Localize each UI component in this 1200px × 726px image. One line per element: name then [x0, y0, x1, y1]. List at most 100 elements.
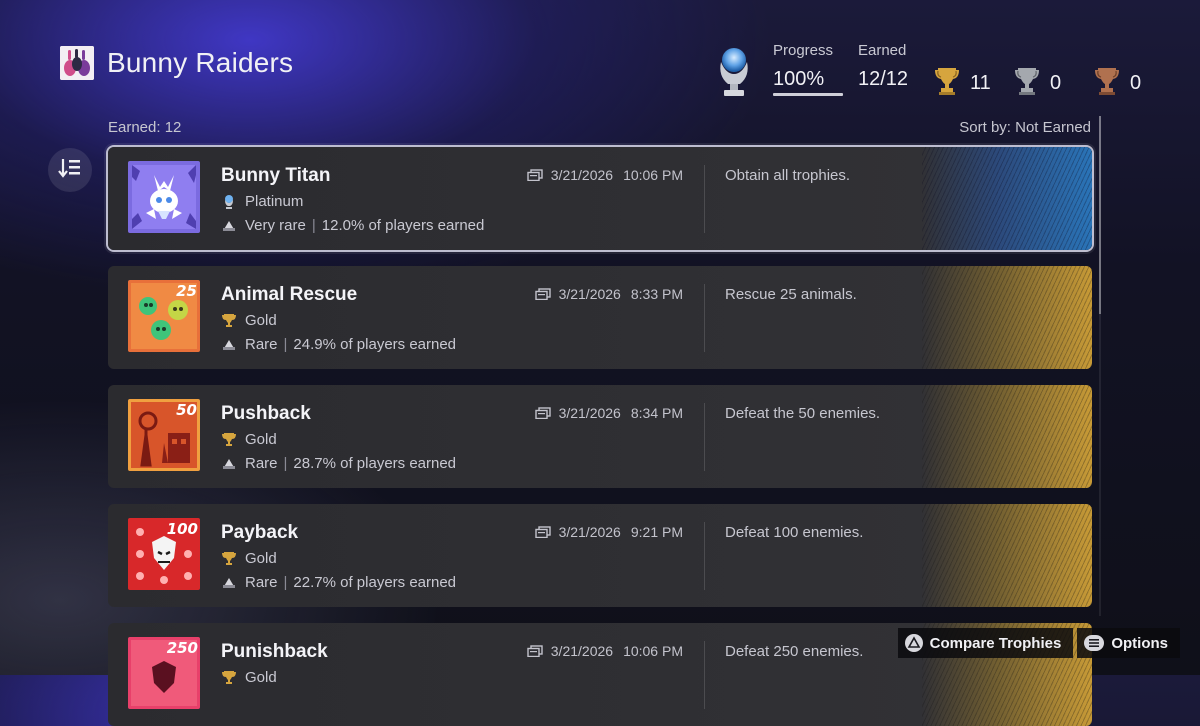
earned-time-value: 8:34 PM	[630, 405, 683, 421]
trophy-grade: Gold	[221, 431, 277, 448]
art-badge-number: 25	[176, 282, 197, 300]
earned-date-value: 3/21/2026	[558, 524, 621, 540]
trophy-card-pushback[interactable]: 50 Pushback Gold Rare | 28.7% of players…	[108, 385, 1092, 488]
progress-value: 100%	[773, 68, 825, 90]
earned-date-icon	[527, 169, 543, 181]
gold-count: 11	[934, 66, 991, 101]
rarity-percent: 28.7% of players earned	[293, 455, 457, 472]
compare-trophies-button[interactable]: Compare Trophies	[897, 628, 1074, 658]
trophy-name: Payback	[221, 522, 299, 543]
earned-time-value: 10:06 PM	[623, 167, 683, 183]
scrollbar-thumb[interactable]	[1099, 116, 1101, 314]
gold-trophy-icon	[934, 66, 960, 101]
animal-rescue-art: 25	[128, 280, 200, 352]
card-divider	[704, 522, 705, 590]
progress-label: Progress	[773, 42, 834, 59]
art-badge-number: 50	[176, 401, 197, 419]
bronze-count: 0	[1094, 66, 1141, 101]
trophy-card-bunny-titan[interactable]: Bunny Titan Platinum Very rare | 12.0% o…	[108, 147, 1092, 250]
trophy-card-payback[interactable]: 100 Payback Gold Rare | 22.7% of players…	[108, 504, 1092, 607]
sort-icon	[58, 157, 82, 184]
rarity-label: Rare	[245, 455, 278, 472]
trophy-name: Bunny Titan	[221, 165, 331, 186]
options-button[interactable]: Options	[1077, 628, 1180, 658]
earned-date-value: 3/21/2026	[550, 167, 614, 183]
trophy-name: Pushback	[221, 403, 311, 424]
options-button-icon	[1083, 634, 1105, 652]
controller-hints: Compare Trophies Options	[894, 628, 1180, 658]
trophy-description: Defeat 100 enemies.	[725, 524, 864, 541]
sort-by-label[interactable]: Sort by: Not Earned	[959, 119, 1091, 136]
card-divider	[704, 284, 705, 352]
earned-date: 3/21/2026 8:34 PM	[534, 405, 683, 421]
earned-label: Earned	[858, 42, 907, 59]
card-accent-stripe	[922, 385, 1092, 488]
options-label: Options	[1111, 634, 1168, 652]
pushback-art: 50	[128, 399, 200, 471]
trophy-description: Defeat 250 enemies.	[725, 643, 864, 660]
trophy-grade: Gold	[221, 312, 277, 329]
trophy-grade-label: Gold	[245, 550, 277, 567]
earned-date-value: 3/21/2026	[550, 643, 614, 659]
trophy-grade: Gold	[221, 669, 277, 686]
progress-bar	[773, 93, 843, 96]
gold-trophy-icon	[221, 670, 237, 686]
bronze-count-value: 0	[1130, 72, 1142, 94]
earned-date-icon	[534, 526, 551, 538]
card-divider	[704, 403, 705, 471]
trophy-grade-label: Gold	[245, 431, 277, 448]
trophy-description: Defeat the 50 enemies.	[725, 405, 881, 422]
rarity-separator: |	[283, 455, 288, 472]
triangle-button-icon	[904, 633, 924, 653]
earned-date-icon	[534, 407, 551, 419]
earned-time-value: 8:33 PM	[630, 286, 683, 302]
rarity-pyramid-icon	[221, 337, 237, 353]
game-icon	[60, 46, 94, 80]
gold-count-value: 11	[970, 72, 991, 94]
silver-count: 0	[1014, 66, 1061, 101]
art-badge-number: 100	[167, 520, 198, 538]
card-accent-stripe	[922, 266, 1092, 369]
trophy-grade-label: Platinum	[245, 193, 304, 210]
game-title: Bunny Raiders	[107, 47, 294, 78]
earned-time-value: 9:21 PM	[630, 524, 683, 540]
earned-date: 3/21/2026 9:21 PM	[534, 524, 683, 540]
earned-count-label: Earned: 12	[108, 119, 182, 136]
platinum-trophy-icon	[716, 46, 752, 98]
earned-date: 3/21/2026 8:33 PM	[534, 286, 683, 302]
bunny-titan-art	[128, 161, 200, 233]
rarity-pyramid-icon	[221, 456, 237, 472]
art-badge-number: 250	[167, 639, 198, 657]
silver-count-value: 0	[1050, 72, 1062, 94]
rarity-separator: |	[311, 217, 316, 234]
trophy-name: Animal Rescue	[221, 284, 358, 305]
trophy-description: Obtain all trophies.	[725, 167, 851, 184]
trophy-card-animal-rescue[interactable]: 25 Animal Rescue Gold Rare | 24.9% of pl…	[108, 266, 1092, 369]
trophy-stats: Progress 100% Earned 12/12 11 0 0	[716, 42, 1146, 102]
earned-date: 3/21/2026 10:06 PM	[527, 643, 683, 659]
sort-button[interactable]	[48, 148, 92, 192]
trophy-rarity: Very rare | 12.0% of players earned	[221, 217, 484, 234]
rarity-pyramid-icon	[221, 218, 237, 234]
trophy-grade-label: Gold	[245, 669, 277, 686]
card-divider	[704, 641, 705, 709]
rarity-percent: 22.7% of players earned	[293, 574, 457, 591]
trophy-grade: Platinum	[221, 193, 303, 210]
earned-date-value: 3/21/2026	[558, 286, 621, 302]
gold-trophy-icon	[221, 551, 237, 567]
rarity-label: Rare	[245, 574, 278, 591]
trophy-rarity: Rare | 24.9% of players earned	[221, 336, 456, 353]
gold-trophy-icon	[221, 432, 237, 448]
earned-value: 12/12	[858, 68, 909, 90]
trophy-grade: Gold	[221, 550, 277, 567]
rarity-percent: 12.0% of players earned	[321, 217, 485, 234]
platinum-trophy-icon	[221, 194, 237, 210]
silver-trophy-icon	[1014, 66, 1040, 101]
earned-date-icon	[534, 288, 551, 300]
punishback-art: 250	[128, 637, 200, 709]
earned-date-icon	[527, 645, 543, 657]
earned-date: 3/21/2026 10:06 PM	[527, 167, 683, 183]
rarity-pyramid-icon	[221, 575, 237, 591]
card-accent-stripe	[922, 504, 1092, 607]
game-header: Bunny Raiders	[60, 46, 293, 80]
